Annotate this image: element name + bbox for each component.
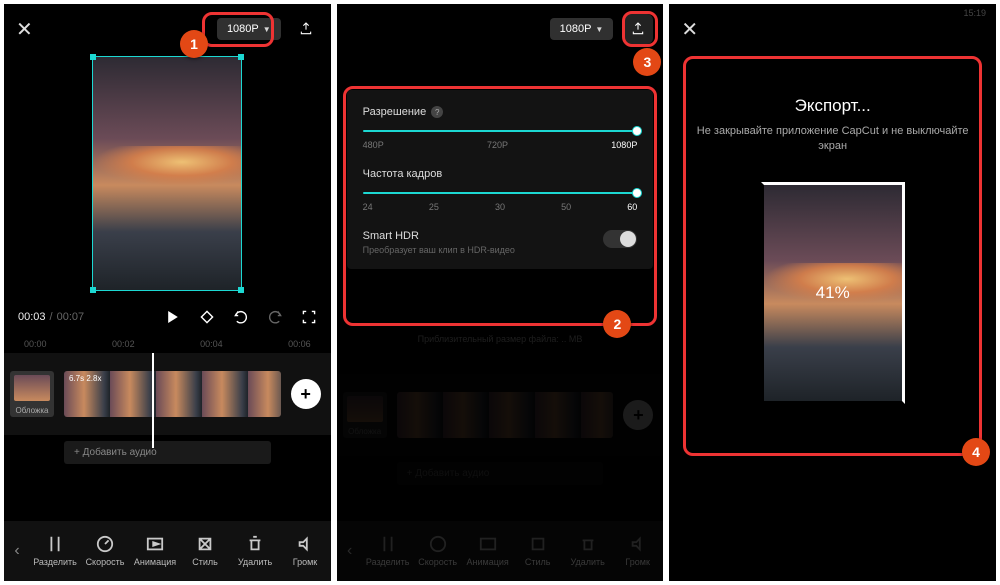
video-clip bbox=[397, 392, 614, 438]
upload-icon bbox=[298, 21, 314, 37]
export-title: Экспорт... bbox=[669, 96, 996, 116]
export-button[interactable] bbox=[623, 14, 653, 44]
video-preview[interactable] bbox=[92, 56, 242, 291]
keyframe-icon[interactable] bbox=[199, 309, 215, 325]
topbar: 1080P ▼ bbox=[337, 4, 664, 56]
screen-editor: ✕ 1080P ▼ 1 00:03 / 00:07 00:0000:0200:0… bbox=[4, 4, 331, 581]
upload-icon bbox=[630, 21, 646, 37]
badge-3: 3 bbox=[633, 48, 661, 76]
tool-split[interactable]: Разделить bbox=[30, 535, 80, 567]
redo-icon[interactable] bbox=[267, 309, 283, 325]
hdr-subtitle: Преобразует ваш клип в HDR-видео bbox=[363, 245, 515, 255]
cover-button[interactable]: Обложка bbox=[10, 371, 54, 417]
back-icon[interactable]: ‹ bbox=[4, 542, 30, 560]
fullscreen-icon[interactable] bbox=[301, 309, 317, 325]
tool-style[interactable]: Стиль bbox=[180, 535, 230, 567]
badge-1: 1 bbox=[180, 30, 208, 58]
add-clip-button[interactable]: + bbox=[291, 379, 321, 409]
chevron-down-icon: ▼ bbox=[595, 25, 603, 34]
hdr-toggle[interactable] bbox=[603, 230, 637, 248]
timeline-ruler: 00:0000:0200:0400:06 bbox=[4, 333, 331, 351]
export-thumbnail: 41% bbox=[764, 185, 902, 401]
hdr-title: Smart HDR bbox=[363, 230, 515, 242]
undo-icon[interactable] bbox=[233, 309, 249, 325]
resolution-button[interactable]: 1080P ▼ bbox=[217, 18, 281, 40]
screen-exporting: 15:19 ✕ Экспорт... Не закрывайте приложе… bbox=[669, 4, 996, 581]
fps-slider[interactable] bbox=[363, 192, 638, 194]
add-audio-button: + Добавить аудио bbox=[397, 462, 604, 485]
screen-export-settings: 1080P ▼ 3 Приблизительный размер файла: … bbox=[337, 4, 664, 581]
tool-animation[interactable]: Анимация bbox=[130, 535, 180, 567]
badge-4: 4 bbox=[962, 438, 990, 466]
resolution-value: 1080P bbox=[227, 23, 259, 35]
add-audio-button[interactable]: + Добавить аудио bbox=[64, 441, 271, 464]
progress-percent: 41% bbox=[764, 185, 902, 401]
bottom-toolbar: ‹ Разделить Скорость Анимация Стиль Удал… bbox=[4, 521, 331, 581]
bottom-toolbar: ‹ Разделить Скорость Анимация Стиль Удал… bbox=[337, 521, 664, 581]
time-current: 00:03 bbox=[18, 311, 46, 323]
timeline: Обложка + bbox=[337, 374, 664, 456]
video-clip[interactable]: 6.7s 2.8x bbox=[64, 371, 281, 417]
time-total: 00:07 bbox=[57, 311, 85, 323]
resolution-slider[interactable] bbox=[363, 130, 638, 132]
fps-ticks: 2425305060 bbox=[363, 202, 638, 212]
add-clip-button: + bbox=[623, 400, 653, 430]
resolution-button[interactable]: 1080P ▼ bbox=[550, 18, 614, 40]
tool-speed[interactable]: Скорость bbox=[80, 535, 130, 567]
clip-info: 6.7s 2.8x bbox=[69, 374, 101, 383]
topbar: ✕ 1080P ▼ bbox=[4, 4, 331, 56]
playhead[interactable] bbox=[152, 353, 154, 448]
resolution-ticks: 480P720P1080P bbox=[363, 140, 638, 150]
player-bar: 00:03 / 00:07 bbox=[4, 301, 331, 333]
export-button[interactable] bbox=[291, 14, 321, 44]
chevron-down-icon: ▼ bbox=[263, 25, 271, 34]
tool-volume[interactable]: Громк bbox=[280, 535, 330, 567]
play-icon[interactable] bbox=[165, 309, 181, 325]
close-icon[interactable]: ✕ bbox=[16, 21, 34, 39]
cover-button: Обложка bbox=[343, 392, 387, 438]
fps-label: Частота кадров bbox=[363, 168, 638, 180]
resolution-label: Разрешение ? bbox=[363, 106, 638, 118]
close-icon[interactable]: ✕ bbox=[681, 21, 699, 39]
help-icon[interactable]: ? bbox=[431, 106, 443, 118]
tool-delete[interactable]: Удалить bbox=[230, 535, 280, 567]
timeline[interactable]: Обложка 6.7s 2.8x + bbox=[4, 353, 331, 435]
export-settings-panel: Разрешение ? 480P720P1080P Частота кадро… bbox=[347, 90, 654, 269]
export-subtitle: Не закрывайте приложение CapCut и не вык… bbox=[669, 124, 996, 155]
